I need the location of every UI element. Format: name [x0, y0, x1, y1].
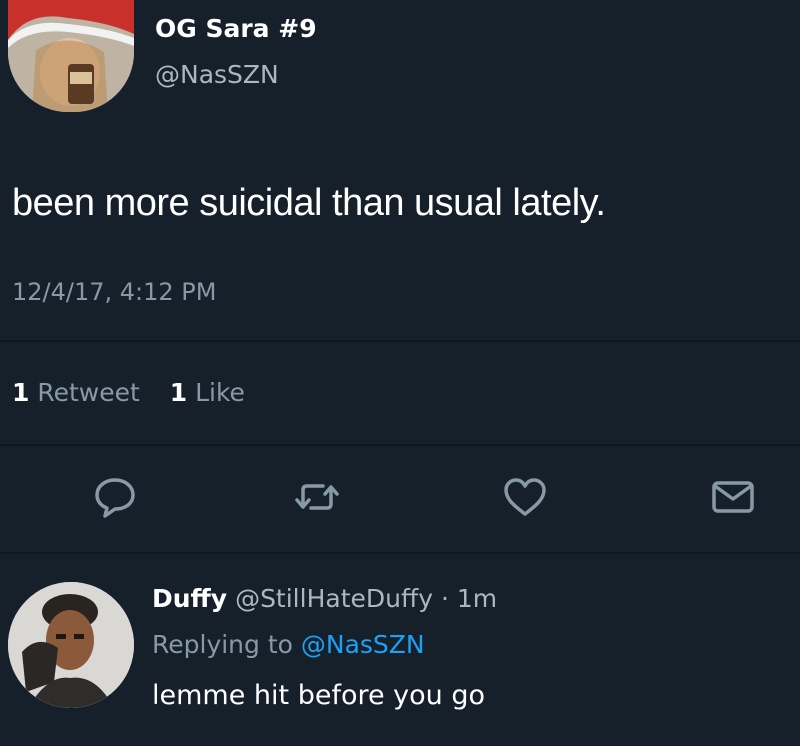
tweet-text: been more suicidal than usual lately.	[12, 182, 606, 224]
tweet-timestamp[interactable]: 12/4/17, 4:12 PM	[12, 278, 216, 306]
reply-text: lemme hit before you go	[152, 680, 486, 711]
envelope-icon	[712, 481, 754, 513]
replying-to-line: Replying to @NasSZN	[152, 630, 425, 659]
replying-to-mention[interactable]: @NasSZN	[301, 630, 425, 659]
author-avatar[interactable]	[8, 0, 134, 112]
reply-author-avatar[interactable]	[8, 582, 134, 708]
divider	[0, 444, 800, 446]
divider	[0, 340, 800, 342]
like-count[interactable]: 1	[170, 378, 187, 407]
reply-display-name[interactable]: Duffy	[152, 584, 227, 613]
author-avatar-photo	[8, 0, 134, 112]
reply-handle[interactable]: @StillHateDuffy	[235, 584, 433, 613]
reply-bubble-icon	[95, 478, 135, 518]
author-display-name[interactable]: OG Sara #9	[155, 14, 317, 43]
divider	[0, 552, 800, 554]
reply-author-avatar-photo	[8, 582, 134, 708]
like-label[interactable]: Like	[195, 378, 245, 407]
like-button[interactable]	[498, 470, 552, 524]
retweet-icon	[295, 484, 339, 510]
reply-header: Duffy @StillHateDuffy · 1m	[152, 584, 497, 613]
tweet-stats: 1 Retweet 1 Like	[12, 378, 245, 407]
reply-time[interactable]: 1m	[457, 584, 497, 613]
direct-message-button[interactable]	[706, 470, 760, 524]
heart-icon	[504, 478, 546, 516]
retweet-button[interactable]	[290, 470, 344, 524]
author-handle[interactable]: @NasSZN	[155, 60, 279, 89]
retweet-label[interactable]: Retweet	[37, 378, 139, 407]
reply-separator: ·	[433, 584, 457, 613]
retweet-count[interactable]: 1	[12, 378, 29, 407]
replying-to-prefix: Replying to	[152, 630, 301, 659]
reply-button[interactable]	[88, 470, 142, 524]
